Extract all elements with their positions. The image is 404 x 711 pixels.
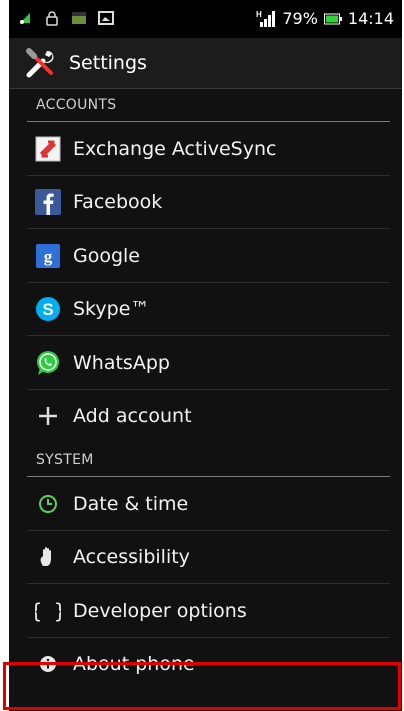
list-item-google[interactable]: g Google [9, 229, 402, 283]
section-header-system: SYSTEM [27, 443, 390, 477]
list-item-add-account[interactable]: Add account [9, 390, 402, 444]
svg-text:H: H [256, 10, 262, 19]
plus-icon [35, 403, 61, 429]
list-item-label: WhatsApp [73, 351, 170, 374]
list-item-label: Accessibility [73, 546, 190, 569]
svg-text:S: S [42, 300, 53, 319]
svg-text:g: g [44, 247, 53, 266]
wifi-sync-icon [20, 13, 30, 24]
settings-list: ACCOUNTS Exchange ActiveSync Facebook g … [9, 88, 402, 691]
list-item-facebook[interactable]: Facebook [9, 176, 402, 230]
list-item-label: Add account [73, 405, 192, 428]
info-icon [35, 651, 61, 677]
braces-icon: { } [35, 598, 61, 624]
status-bar: H 79% 14:14 [9, 0, 402, 38]
clock-icon [35, 491, 61, 517]
status-right: H 79% 14:14 [256, 9, 394, 28]
notification-icons [17, 10, 114, 26]
list-item-label: Skype™ [73, 298, 150, 321]
action-bar: Settings [9, 38, 402, 89]
facebook-icon [35, 189, 61, 216]
hand-icon [35, 544, 61, 570]
list-item-developer-options[interactable]: { } Developer options [9, 584, 402, 638]
list-item-label: Exchange ActiveSync [73, 137, 277, 160]
section-header-accounts: ACCOUNTS [27, 88, 390, 122]
list-item-skype[interactable]: S Skype™ [9, 283, 402, 337]
news-app-icon [72, 12, 86, 24]
whatsapp-icon [35, 350, 61, 376]
list-item-exchange[interactable]: Exchange ActiveSync [9, 122, 402, 176]
svg-text:{ }: { } [35, 599, 61, 623]
list-item-whatsapp[interactable]: WhatsApp [9, 336, 402, 390]
list-item-date-time[interactable]: Date & time [9, 477, 402, 531]
list-item-label: Facebook [73, 191, 163, 214]
settings-wrench-icon[interactable] [25, 47, 57, 79]
skype-icon: S [35, 296, 61, 322]
image-icon [98, 11, 114, 25]
signal-icon: H [256, 10, 276, 27]
google-icon: g [35, 243, 61, 269]
page-title: Settings [69, 52, 147, 74]
clock: 14:14 [347, 9, 394, 28]
lock-icon [46, 11, 58, 26]
list-item-label: About phone [73, 653, 195, 676]
list-item-label: Google [73, 244, 141, 267]
list-item-label: Developer options [73, 599, 247, 622]
battery-percent: 79% [282, 9, 318, 28]
exchange-icon [35, 136, 61, 162]
list-item-about-phone[interactable]: About phone [9, 638, 402, 692]
battery-icon [323, 13, 342, 24]
list-item-accessibility[interactable]: Accessibility [9, 531, 402, 585]
phone-screen: H 79% 14:14 Settings ACCOUNTS Exchange A… [9, 0, 402, 711]
list-item-label: Date & time [73, 492, 189, 515]
